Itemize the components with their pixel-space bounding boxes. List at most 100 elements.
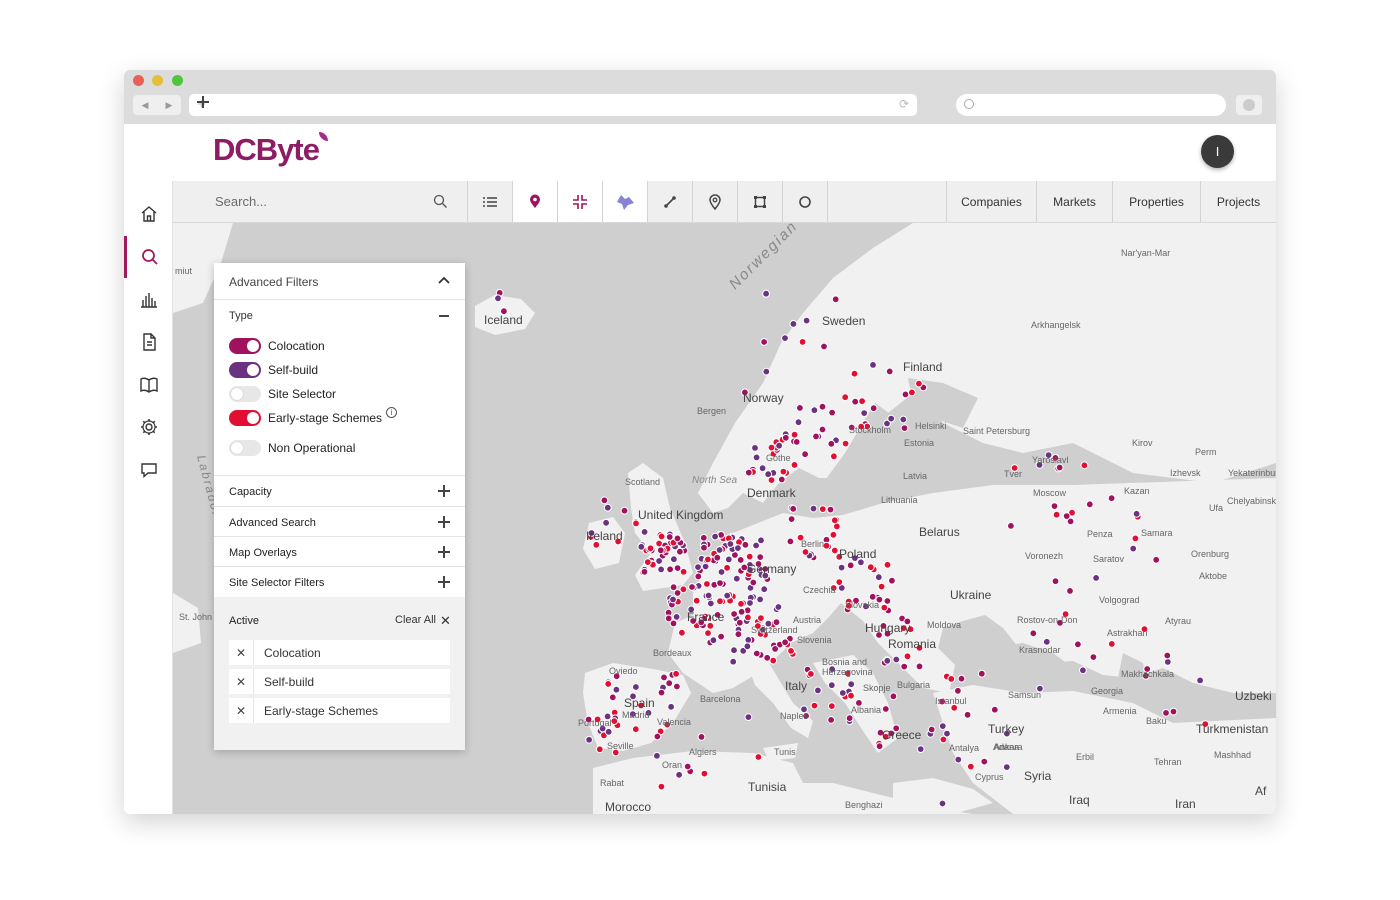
datacenter-marker[interactable]	[676, 547, 684, 556]
datacenter-marker[interactable]	[675, 770, 684, 779]
datacenter-marker[interactable]	[781, 638, 789, 647]
new-tab-icon[interactable]: +	[197, 96, 209, 113]
chevron-up-icon[interactable]	[437, 275, 451, 285]
datacenter-marker[interactable]	[717, 568, 726, 576]
datacenter-marker[interactable]	[741, 540, 750, 549]
datacenter-marker[interactable]	[670, 555, 678, 564]
datacenter-marker[interactable]	[947, 675, 956, 683]
browser-search-bar[interactable]	[956, 94, 1226, 116]
datacenter-marker[interactable]	[756, 553, 765, 562]
nav-link-markets[interactable]: Markets	[1036, 181, 1112, 222]
datacenter-marker[interactable]	[1007, 522, 1015, 530]
maximize-window-button[interactable]	[172, 75, 183, 86]
user-avatar[interactable]: I	[1201, 135, 1234, 168]
datacenter-marker[interactable]	[792, 438, 801, 446]
non-operational-toggle[interactable]	[229, 440, 261, 456]
datacenter-marker[interactable]	[713, 553, 722, 562]
datacenter-marker[interactable]	[828, 408, 836, 417]
datacenter-marker[interactable]	[794, 418, 803, 427]
datacenter-marker[interactable]	[900, 424, 909, 433]
datacenter-marker[interactable]	[735, 618, 744, 627]
info-icon[interactable]: i	[386, 406, 398, 418]
datacenter-marker[interactable]	[1169, 707, 1178, 716]
datacenter-marker[interactable]	[746, 599, 754, 607]
datacenter-marker[interactable]	[600, 496, 609, 505]
datacenter-marker[interactable]	[899, 415, 908, 424]
datacenter-marker[interactable]	[703, 580, 711, 588]
datacenter-marker[interactable]	[807, 670, 815, 678]
datacenter-marker[interactable]	[874, 573, 883, 582]
datacenter-marker[interactable]	[818, 402, 827, 411]
datacenter-marker[interactable]	[664, 614, 673, 623]
dcbyte-logo[interactable]: DCByte	[213, 132, 328, 168]
datacenter-marker[interactable]	[1051, 577, 1060, 586]
datacenter-marker[interactable]	[1052, 510, 1061, 519]
remove-chip-icon[interactable]: ✕	[229, 640, 254, 665]
datacenter-marker[interactable]	[632, 683, 640, 691]
datacenter-marker[interactable]	[736, 556, 745, 564]
datacenter-marker[interactable]	[669, 583, 678, 592]
datacenter-marker[interactable]	[694, 563, 702, 572]
datacenter-marker[interactable]	[818, 425, 827, 434]
datacenter-marker[interactable]	[585, 735, 594, 744]
datacenter-marker[interactable]	[1107, 494, 1116, 503]
datacenter-marker[interactable]	[903, 652, 912, 661]
datacenter-marker[interactable]	[724, 555, 733, 564]
datacenter-marker[interactable]	[827, 439, 836, 448]
datacenter-marker[interactable]	[612, 685, 621, 694]
datacenter-marker[interactable]	[1196, 676, 1204, 685]
datacenter-marker[interactable]	[1131, 534, 1140, 543]
datacenter-marker[interactable]	[723, 591, 732, 600]
minimize-window-button[interactable]	[152, 75, 163, 86]
datacenter-marker[interactable]	[657, 532, 666, 541]
datacenter-marker[interactable]	[789, 504, 798, 513]
datacenter-marker[interactable]	[1079, 666, 1087, 675]
datacenter-marker[interactable]	[1089, 653, 1098, 662]
datacenter-marker[interactable]	[963, 710, 972, 719]
datacenter-marker[interactable]	[888, 576, 896, 585]
datacenter-marker[interactable]	[763, 653, 772, 662]
datacenter-marker[interactable]	[775, 441, 783, 450]
address-bar[interactable]: + ⟳	[189, 94, 917, 116]
datacenter-marker[interactable]	[656, 546, 665, 555]
datacenter-marker[interactable]	[620, 506, 629, 515]
datacenter-marker[interactable]	[655, 557, 664, 565]
datacenter-marker[interactable]	[704, 629, 712, 638]
datacenter-marker[interactable]	[980, 757, 989, 766]
sidebar-item-reports[interactable]	[124, 321, 173, 363]
datacenter-marker[interactable]	[830, 452, 838, 461]
datacenter-marker[interactable]	[858, 397, 866, 406]
datacenter-marker[interactable]	[820, 342, 828, 351]
datacenter-marker[interactable]	[494, 294, 502, 303]
datacenter-marker[interactable]	[781, 334, 789, 342]
datacenter-marker[interactable]	[939, 735, 948, 744]
datacenter-marker[interactable]	[1092, 574, 1100, 582]
collapse-type-icon[interactable]	[439, 315, 449, 317]
list-view-button[interactable]	[468, 181, 513, 222]
colocation-toggle[interactable]	[229, 338, 261, 354]
datacenter-marker[interactable]	[831, 295, 840, 304]
datacenter-marker[interactable]	[595, 745, 604, 754]
datacenter-marker[interactable]	[757, 536, 765, 545]
datacenter-marker[interactable]	[669, 595, 677, 604]
datacenter-marker[interactable]	[887, 414, 896, 423]
region-select-button[interactable]	[603, 181, 648, 222]
remove-chip-icon[interactable]: ✕	[229, 698, 254, 723]
datacenter-marker[interactable]	[760, 338, 768, 346]
datacenter-marker[interactable]	[908, 388, 916, 397]
datacenter-marker[interactable]	[767, 476, 776, 485]
datacenter-marker[interactable]	[604, 680, 613, 688]
datacenter-marker[interactable]	[883, 597, 892, 605]
datacenter-marker[interactable]	[744, 713, 753, 722]
nav-link-companies[interactable]: Companies	[946, 181, 1036, 222]
datacenter-marker[interactable]	[771, 645, 779, 653]
datacenter-marker[interactable]	[756, 595, 764, 604]
section-advanced-search[interactable]: Advanced Search	[214, 506, 465, 537]
draw-line-button[interactable]	[648, 181, 693, 222]
datacenter-marker[interactable]	[683, 762, 692, 771]
datacenter-marker[interactable]	[789, 320, 798, 328]
datacenter-marker[interactable]	[875, 742, 884, 751]
datacenter-marker[interactable]	[704, 591, 713, 600]
datacenter-marker[interactable]	[1074, 640, 1082, 649]
datacenter-marker[interactable]	[786, 537, 795, 546]
